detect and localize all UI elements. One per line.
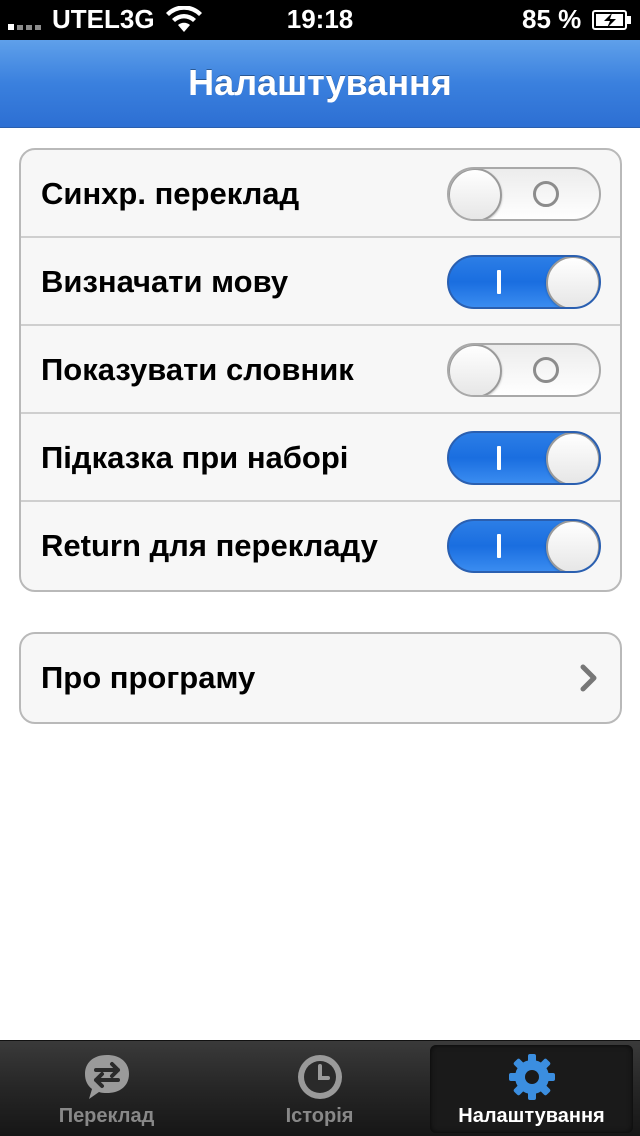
about-group: Про програму xyxy=(19,632,622,724)
switch-on-mark xyxy=(497,270,501,294)
switch-off-mark xyxy=(533,181,559,207)
settings-toggle-group: Синхр. переклад Визначати мову Показуват… xyxy=(19,148,622,592)
switch-on-mark xyxy=(497,534,501,558)
typing-hint-switch[interactable] xyxy=(447,431,601,485)
setting-row-return-to-translate: Return для перекладу xyxy=(21,502,620,590)
status-time: 19:18 xyxy=(286,4,354,34)
status-bar: UTEL3G 19:18 85 % xyxy=(0,0,640,40)
tab-history[interactable]: Історія xyxy=(213,1041,426,1136)
setting-label: Синхр. переклад xyxy=(41,176,300,211)
setting-label: Підказка при наборі xyxy=(41,440,349,475)
chevron-right-icon xyxy=(580,664,597,692)
switch-knob[interactable] xyxy=(449,169,502,219)
tab-bar: Переклад Історія Налаштування xyxy=(0,1040,640,1136)
setting-row-detect-language: Визначати мову xyxy=(21,238,620,326)
switch-knob[interactable] xyxy=(449,345,502,395)
sync-translate-switch[interactable] xyxy=(447,167,601,221)
setting-row-show-dictionary: Показувати словник xyxy=(21,326,620,414)
switch-knob[interactable] xyxy=(546,521,599,571)
detect-language-switch[interactable] xyxy=(447,255,601,309)
setting-row-sync-translate: Синхр. переклад xyxy=(21,150,620,238)
setting-label: Визначати мову xyxy=(41,264,289,299)
switch-knob[interactable] xyxy=(546,257,599,307)
setting-row-typing-hint: Підказка при наборі xyxy=(21,414,620,502)
switch-off-mark xyxy=(533,357,559,383)
setting-label: Показувати словник xyxy=(41,352,354,387)
navigation-bar: Налаштування xyxy=(0,40,640,128)
about-app-label: Про програму xyxy=(41,660,256,695)
translate-bubble-icon xyxy=(84,1055,129,1099)
switch-knob[interactable] xyxy=(546,433,599,483)
tab-label: Налаштування xyxy=(458,1105,605,1127)
tab-settings[interactable]: Налаштування xyxy=(430,1045,633,1133)
about-app-row[interactable]: Про програму xyxy=(21,634,620,722)
page-title: Налаштування xyxy=(188,62,452,103)
show-dictionary-switch[interactable] xyxy=(447,343,601,397)
tab-label: Переклад xyxy=(58,1105,155,1127)
tab-label: Історія xyxy=(285,1105,354,1127)
battery-percent: 85 % xyxy=(522,4,582,34)
return-to-translate-switch[interactable] xyxy=(447,519,601,573)
gear-icon xyxy=(508,1054,555,1100)
setting-label: Return для перекладу xyxy=(41,528,378,563)
clock-icon xyxy=(297,1055,342,1099)
battery-charging-icon xyxy=(592,10,631,30)
tab-translate[interactable]: Переклад xyxy=(0,1041,213,1136)
switch-on-mark xyxy=(497,446,501,470)
